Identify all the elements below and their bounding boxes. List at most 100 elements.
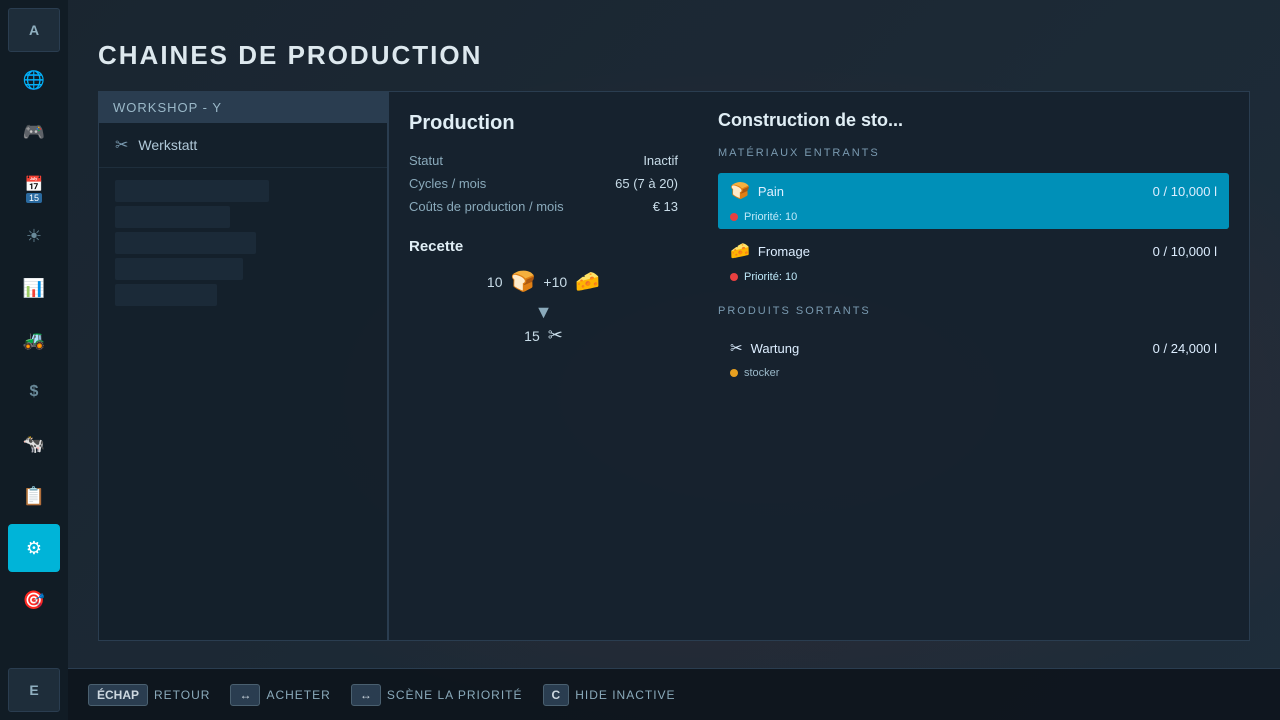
sidebar-item-e[interactable]: E xyxy=(8,668,60,712)
main-content: CHAINES DE PRODUCTION WORKSHOP - Y ✂ Wer… xyxy=(68,0,1280,720)
content-area: WORKSHOP - Y ✂ Werkstatt Production Stat… xyxy=(98,91,1250,641)
misc-icon: 🎯 xyxy=(23,590,45,611)
wartung-store-row: stocker xyxy=(718,365,1229,385)
calendar-badge: 15 xyxy=(26,193,42,203)
sidebar-item-dollar[interactable]: $ xyxy=(8,368,60,416)
sidebar: A 🌐 🎮 📅 15 ☀ 📊 🚜 $ 🐄 📋 ⚙ 🎯 E xyxy=(0,0,68,720)
contracts-icon: 📋 xyxy=(23,486,45,507)
steering-icon: 🎮 xyxy=(23,122,45,143)
pain-priority: Priorité: 10 xyxy=(718,209,1229,229)
wartung-name: ✂ Wartung xyxy=(730,339,799,357)
construction-panel: Construction de sto... MATÉRIAUX ENTRANT… xyxy=(698,91,1250,641)
pain-priority-dot xyxy=(730,213,738,221)
wartung-label: Wartung xyxy=(751,341,800,356)
pain-name: 🍞 Pain xyxy=(730,181,784,201)
statut-label: Statut xyxy=(409,153,443,168)
sidebar-item-tractor[interactable]: 🚜 xyxy=(8,316,60,364)
recipe-arrow: ▼ xyxy=(409,302,678,323)
hide-inactive-button[interactable]: C HIDE INACTIVE xyxy=(543,684,676,706)
e-key-label: E xyxy=(29,682,38,698)
cycles-value: 65 (7 à 20) xyxy=(615,176,678,191)
echap-button[interactable]: ÉCHAP RETOUR xyxy=(88,684,210,706)
wartung-amount: 0 / 24,000 l xyxy=(1153,341,1217,356)
sidebar-item-calendar[interactable]: 📅 15 xyxy=(8,160,60,208)
scene-priorite-button[interactable]: ↔ SCÈNE LA PRIORITÉ xyxy=(351,684,523,706)
recette-label: Recette xyxy=(409,238,678,255)
couts-value: € 13 xyxy=(653,199,678,214)
recipe-output: 15 ✂ xyxy=(409,325,678,346)
bottom-bar: ÉCHAP RETOUR ↔ ACHETER ↔ SCÈNE LA PRIORI… xyxy=(68,668,1280,720)
left-panel: WORKSHOP - Y ✂ Werkstatt xyxy=(98,91,388,641)
globe-icon: 🌐 xyxy=(23,70,45,91)
sidebar-item-sun[interactable]: ☀ xyxy=(8,212,60,260)
bg-blurred-items xyxy=(99,168,387,318)
production-icon: ⚙ xyxy=(26,538,42,559)
scene-label: SCÈNE LA PRIORITÉ xyxy=(387,688,523,702)
scene-key: ↔ xyxy=(351,684,381,706)
echap-key: ÉCHAP xyxy=(88,684,148,706)
workshop-header-text: WORKSHOP - Y xyxy=(113,100,222,115)
acheter-label: ACHETER xyxy=(266,688,330,702)
fromage-row-inner: 🧀 Fromage 0 / 10,000 l xyxy=(718,233,1229,269)
store-label: stocker xyxy=(744,367,779,379)
fromage-priority-dot xyxy=(730,273,738,281)
chart-icon: 📊 xyxy=(23,278,45,299)
hide-label: HIDE INACTIVE xyxy=(575,688,675,702)
page-title: CHAINES DE PRODUCTION xyxy=(98,40,1250,71)
bread-icon: 🍞 xyxy=(511,269,536,294)
recipe-qty2: 15 xyxy=(524,328,540,344)
pain-priority-text: Priorité: 10 xyxy=(744,211,797,223)
tractor-icon: 🚜 xyxy=(23,330,45,351)
acheter-button[interactable]: ↔ ACHETER xyxy=(230,684,330,706)
sidebar-item-a[interactable]: A xyxy=(8,8,60,52)
sidebar-item-chart[interactable]: 📊 xyxy=(8,264,60,312)
recipe-plus: +10 xyxy=(543,274,567,290)
recipe-qty1: 10 xyxy=(487,274,503,290)
retour-label: RETOUR xyxy=(154,688,210,702)
fromage-name: 🧀 Fromage xyxy=(730,241,810,261)
produits-label: PRODUITS SORTANTS xyxy=(718,305,1229,321)
werkstatt-label: Werkstatt xyxy=(138,137,197,153)
store-dot xyxy=(730,369,738,377)
couts-label: Coûts de production / mois xyxy=(409,199,564,214)
cheese-icon: 🧀 xyxy=(575,269,600,294)
sidebar-item-contracts[interactable]: 📋 xyxy=(8,472,60,520)
cycles-row: Cycles / mois 65 (7 à 20) xyxy=(409,176,678,191)
dollar-icon: $ xyxy=(30,383,39,401)
production-panel: Production Statut Inactif Cycles / mois … xyxy=(388,91,698,641)
cheese-material-icon: 🧀 xyxy=(730,241,750,261)
cycles-label: Cycles / mois xyxy=(409,176,486,191)
couts-row: Coûts de production / mois € 13 xyxy=(409,199,678,214)
pain-row-inner: 🍞 Pain 0 / 10,000 l xyxy=(718,173,1229,209)
sidebar-item-globe[interactable]: 🌐 xyxy=(8,56,60,104)
material-row-fromage[interactable]: 🧀 Fromage 0 / 10,000 l Priorité: 10 xyxy=(718,233,1229,289)
sidebar-item-production[interactable]: ⚙ xyxy=(8,524,60,572)
wrench-icon: ✂ xyxy=(115,135,128,155)
sidebar-item-misc[interactable]: 🎯 xyxy=(8,576,60,624)
construction-title: Construction de sto... xyxy=(718,110,1229,131)
recipe-section: Recette 10 🍞 +10 🧀 ▼ 15 ✂ xyxy=(409,238,678,346)
recipe-inputs: 10 🍞 +10 🧀 xyxy=(409,269,678,294)
sun-icon: ☀ xyxy=(26,226,42,247)
bread-material-icon: 🍞 xyxy=(730,181,750,201)
calendar-icon: 📅 xyxy=(25,175,44,193)
hide-key: C xyxy=(543,684,570,706)
wartung-icon: ✂ xyxy=(730,339,743,357)
werkstatt-item[interactable]: ✂ Werkstatt xyxy=(99,123,387,168)
products-section: PRODUITS SORTANTS ✂ Wartung 0 / 24,000 l… xyxy=(718,305,1229,385)
workshop-header: WORKSHOP - Y xyxy=(99,92,387,123)
sidebar-item-animal[interactable]: 🐄 xyxy=(8,420,60,468)
animal-icon: 🐄 xyxy=(23,434,45,455)
pain-amount: 0 / 10,000 l xyxy=(1153,184,1217,199)
wartung-row-inner: ✂ Wartung 0 / 24,000 l xyxy=(718,331,1229,365)
product-row-wartung[interactable]: ✂ Wartung 0 / 24,000 l stocker xyxy=(718,331,1229,385)
statut-row: Statut Inactif xyxy=(409,153,678,168)
sidebar-item-steering[interactable]: 🎮 xyxy=(8,108,60,156)
pain-label: Pain xyxy=(758,184,784,199)
acheter-key: ↔ xyxy=(230,684,260,706)
a-key-label: A xyxy=(29,22,39,38)
statut-value: Inactif xyxy=(643,153,678,168)
material-row-pain[interactable]: 🍞 Pain 0 / 10,000 l Priorité: 10 xyxy=(718,173,1229,229)
materiaux-label: MATÉRIAUX ENTRANTS xyxy=(718,147,1229,163)
fromage-label: Fromage xyxy=(758,244,810,259)
